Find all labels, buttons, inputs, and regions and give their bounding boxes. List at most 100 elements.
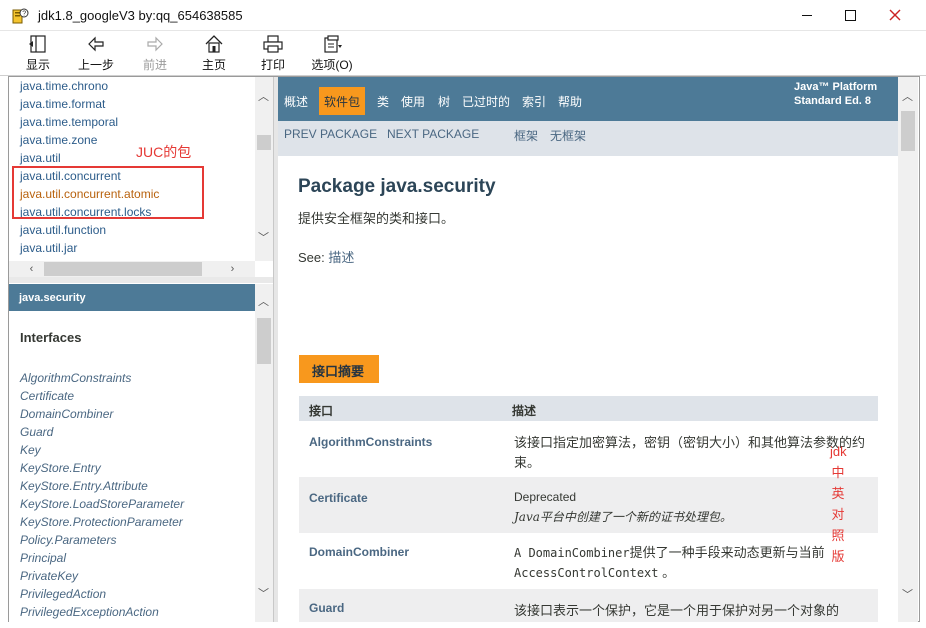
row-description: A DomainCombiner提供了一种手段来动态更新与当前 AccessCon… [514,543,870,583]
interface-link[interactable]: KeyStore.ProtectionParameter [20,515,183,529]
deprecated-comment: Java平台中创建了一个新的证书处理包。 [514,510,732,524]
show-nav-icon [29,35,46,53]
juc-highlight-box [12,166,204,219]
svg-text:?: ? [22,11,26,18]
table-row: AlgorithmConstraints 该接口指定加密算法，密钥（密钥大小）和… [299,421,878,477]
scroll-up-icon[interactable]: ︿ [255,89,272,106]
pane-splitter-horizontal[interactable] [9,277,277,283]
interface-link[interactable]: PrivilegedExceptionAction [20,605,159,619]
package-link[interactable]: java.time.chrono [20,79,108,93]
scroll-down-icon[interactable]: ﹀ [255,230,272,247]
platform-line-1: Java™ Platform [794,81,878,93]
package-list-hscrollbar[interactable]: ‹ › [9,261,255,277]
nav-deprecated[interactable]: 已过时的 [462,93,510,110]
interface-link[interactable]: AlgorithmConstraints [309,435,432,449]
package-link[interactable]: java.util.jar [20,241,77,255]
scroll-right-icon[interactable]: › [224,261,241,278]
interface-link[interactable]: AlgorithmConstraints [20,371,131,385]
interface-link[interactable]: KeyStore.Entry [20,461,101,475]
forward-label: 前进 [142,58,167,72]
class-pane-header[interactable]: java.security [9,284,255,311]
package-link[interactable]: java.time.zone [20,133,97,147]
package-description: 提供安全框架的类和接口。 [298,211,455,226]
show-button[interactable]: 显示 [20,34,56,74]
juc-annotation: JUC的包 [136,144,192,160]
nav-class[interactable]: 类 [377,93,389,110]
interface-link[interactable]: Certificate [309,491,368,505]
nav-tree[interactable]: 树 [438,93,450,110]
interface-link[interactable]: KeyStore.Entry.Attribute [20,479,148,493]
home-button[interactable]: 主页 [196,34,232,74]
print-label: 打印 [260,58,285,72]
interface-link[interactable]: DomainCombiner [20,407,113,421]
annotation-char: jdk [830,444,847,459]
platform-line-2: Standard Ed. 8 [794,95,872,107]
no-frames-link[interactable]: 无框架 [550,127,586,144]
deprecated-label: Deprecated [514,490,577,504]
scroll-left-icon[interactable]: ‹ [23,261,40,278]
scroll-thumb[interactable] [901,111,915,151]
forward-arrow-icon [147,36,163,52]
annotation-char: 英 [831,486,845,501]
frames-link[interactable]: 框架 [514,127,538,144]
close-button[interactable] [872,0,918,31]
options-button[interactable]: 选项(O) [308,34,356,74]
interface-link[interactable]: Guard [20,425,53,439]
annotation-char: 版 [831,549,845,564]
nav-use[interactable]: 使用 [401,93,425,110]
maximize-button[interactable] [828,0,874,31]
interface-link[interactable]: Principal [20,551,66,565]
scroll-down-icon[interactable]: ﹀ [255,586,272,603]
code-domaincombiner: DomainCombiner [528,546,630,560]
interface-link[interactable]: DomainCombiner [309,545,409,559]
back-arrow-icon [88,36,104,52]
nav-help[interactable]: 帮助 [558,93,582,110]
interface-summary-tab: 接口摘要 [299,355,379,383]
minimize-button[interactable] [784,0,830,31]
package-list-scrollbar[interactable]: ︿ ﹀ [255,77,273,261]
interface-link[interactable]: PrivateKey [20,569,78,583]
scroll-down-icon[interactable]: ﹀ [899,587,916,604]
options-label: 选项(O) [311,58,353,72]
nav-package[interactable]: 软件包 [319,87,366,115]
row-description: 该接口表示一个保护，它是一个用于保护对另一个对象的 [514,603,840,618]
scroll-thumb[interactable] [257,135,271,150]
next-package-link[interactable]: NEXT PACKAGE [387,127,479,141]
back-button[interactable]: 上一步 [74,34,118,74]
see-description-link[interactable]: 描述 [328,250,354,265]
toolbar: 显示 上一步 前进 主页 打印 选项(O) [0,31,926,76]
interface-link[interactable]: Policy.Parameters [20,533,116,547]
interface-link[interactable]: Certificate [20,389,74,403]
close-icon [889,9,901,21]
back-label: 上一步 [77,58,114,72]
print-button[interactable]: 打印 [255,34,291,74]
interfaces-heading: Interfaces [20,330,82,345]
content-scrollbar[interactable]: ︿ ﹀ [898,77,918,622]
forward-button[interactable]: 前进 [138,34,172,74]
interface-link[interactable]: PrivilegedAction [20,587,106,601]
scroll-up-icon[interactable]: ︿ [899,89,916,106]
annotation-char: 对 [831,507,845,522]
title-bar: ? jdk1.8_googleV3 by:qq_654638585 [0,0,926,31]
interface-link[interactable]: KeyStore.LoadStoreParameter [20,497,184,511]
hscroll-thumb[interactable] [44,262,202,276]
annotation-char: 照 [831,528,845,543]
chm-help-icon: ? [12,8,29,24]
class-list-scrollbar[interactable]: ︿ ﹀ [255,284,273,622]
annotation-char: 中 [831,465,845,480]
interface-link[interactable]: Key [20,443,41,457]
scroll-up-icon[interactable]: ︿ [255,294,272,311]
package-link[interactable]: java.time.temporal [20,115,118,129]
scroll-thumb[interactable] [257,318,271,364]
table-row: Guard 该接口表示一个保护，它是一个用于保护对另一个对象的 [299,589,878,622]
nav-index[interactable]: 索引 [522,93,546,110]
package-link[interactable]: java.time.format [20,97,105,111]
package-link[interactable]: java.util [20,151,61,165]
options-icon [324,35,342,53]
prev-package-link[interactable]: PREV PACKAGE [284,127,377,141]
desc-part: 提供了一种手段来动态更新与当前 [629,545,825,560]
interface-link[interactable]: Guard [309,601,344,615]
nav-overview[interactable]: 概述 [284,93,308,110]
package-link[interactable]: java.util.function [20,223,106,237]
see-line: See: 描述 [298,247,354,266]
